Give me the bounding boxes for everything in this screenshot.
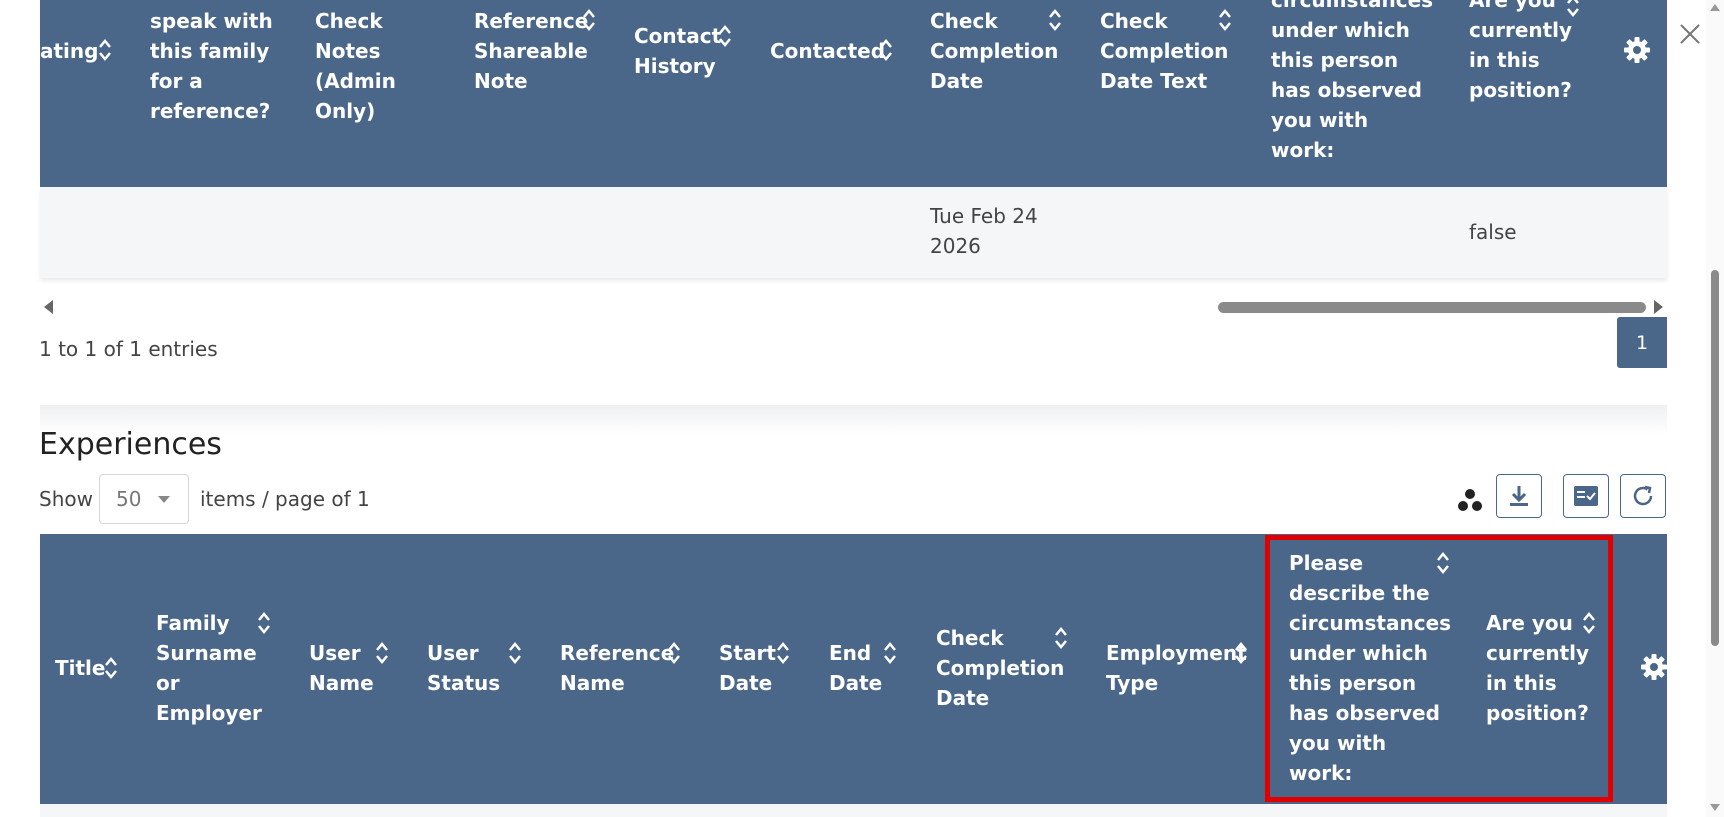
show-label: Show bbox=[39, 487, 93, 511]
col-user-status-header[interactable]: User Status bbox=[427, 638, 500, 698]
scroll-right-arrow[interactable] bbox=[1654, 300, 1663, 314]
sort-icon[interactable] bbox=[582, 8, 596, 32]
sort-icon[interactable] bbox=[718, 24, 732, 48]
sort-icon[interactable] bbox=[257, 611, 271, 635]
download-icon bbox=[1510, 486, 1528, 506]
sort-icon[interactable] bbox=[667, 641, 681, 665]
col-completion-date-header[interactable]: Check Completion Date bbox=[930, 6, 1058, 96]
download-button[interactable] bbox=[1496, 474, 1542, 518]
col-reference-name-header[interactable]: Reference Name bbox=[560, 638, 674, 698]
sort-icon[interactable] bbox=[1218, 8, 1232, 32]
table-bottom-border bbox=[40, 804, 1667, 817]
entries-info: 1 to 1 of 1 entries bbox=[39, 337, 218, 361]
sort-icon[interactable] bbox=[375, 641, 389, 665]
col-end-date-header[interactable]: End Date bbox=[829, 638, 882, 698]
sort-icon[interactable] bbox=[776, 641, 790, 665]
highlight-box bbox=[1265, 535, 1613, 802]
sort-icon[interactable] bbox=[1054, 626, 1068, 650]
page-button-1[interactable]: 1 bbox=[1617, 317, 1667, 368]
experiences-title: Experiences bbox=[39, 427, 222, 462]
col-start-date-header[interactable]: Start Date bbox=[719, 638, 776, 698]
column-chooser-button[interactable] bbox=[1563, 474, 1609, 518]
col-title-header[interactable]: Title bbox=[55, 653, 105, 683]
col-employment-header[interactable]: Employment Type bbox=[1106, 638, 1247, 698]
sort-icon[interactable] bbox=[508, 641, 522, 665]
scroll-left-arrow[interactable] bbox=[44, 300, 53, 314]
col-contact-history-header[interactable]: Contact History bbox=[634, 21, 721, 81]
cell-completion-date: Tue Feb 24 2026 bbox=[930, 204, 1038, 258]
column-chooser-icon bbox=[1574, 486, 1598, 506]
sort-icon[interactable] bbox=[883, 641, 897, 665]
sort-icon[interactable] bbox=[1234, 641, 1248, 665]
vertical-scrollbar[interactable] bbox=[1706, 0, 1724, 817]
section-divider bbox=[40, 405, 1667, 435]
refresh-button[interactable] bbox=[1620, 474, 1666, 518]
col-completion-text-header[interactable]: Check Completion Date Text bbox=[1100, 6, 1228, 96]
sort-icon[interactable] bbox=[879, 38, 893, 62]
sort-icon[interactable] bbox=[1566, 0, 1580, 18]
close-icon[interactable] bbox=[1678, 22, 1702, 46]
scroll-down-arrow[interactable] bbox=[1710, 804, 1720, 811]
sort-icon[interactable] bbox=[104, 656, 118, 680]
col-speak-header[interactable]: speak with this family for a reference? bbox=[150, 6, 273, 126]
col-check-notes-header[interactable]: Check Notes (Admin Only) bbox=[315, 6, 396, 126]
scrollbar-thumb[interactable] bbox=[1218, 302, 1646, 313]
horizontal-scrollbar[interactable] bbox=[40, 296, 1667, 318]
col-shareable-header[interactable]: Reference Shareable Note bbox=[474, 6, 588, 96]
col-contacted-header[interactable]: Contacted bbox=[770, 36, 885, 66]
page-size-select[interactable]: 50 bbox=[99, 474, 189, 524]
col-family-header[interactable]: Family Surname or Employer bbox=[156, 608, 262, 728]
cell-current: false bbox=[1469, 220, 1517, 244]
scrollbar-thumb[interactable] bbox=[1711, 270, 1719, 646]
grouping-icon[interactable] bbox=[1456, 486, 1484, 514]
gear-icon[interactable] bbox=[1640, 653, 1668, 681]
col-completion-date-header[interactable]: Check Completion Date bbox=[936, 623, 1064, 713]
top-table-header: ating speak with this family for a refer… bbox=[40, 0, 1667, 187]
col-current-header[interactable]: Are you currently in this position? bbox=[1469, 0, 1572, 105]
gear-icon[interactable] bbox=[1623, 36, 1651, 64]
sort-icon[interactable] bbox=[98, 38, 112, 62]
chevron-down-icon bbox=[158, 496, 170, 503]
col-user-name-header[interactable]: User Name bbox=[309, 638, 374, 698]
scroll-up-arrow[interactable] bbox=[1710, 4, 1720, 11]
sort-icon[interactable] bbox=[1048, 8, 1062, 32]
page-suffix: items / page of 1 bbox=[200, 487, 370, 511]
col-circumstances-header[interactable]: circumstances under which this person ha… bbox=[1271, 0, 1433, 165]
refresh-icon bbox=[1633, 485, 1653, 506]
col-rating-header[interactable]: ating bbox=[40, 36, 98, 66]
top-table-row[interactable]: Tue Feb 24 2026 false bbox=[40, 187, 1667, 278]
